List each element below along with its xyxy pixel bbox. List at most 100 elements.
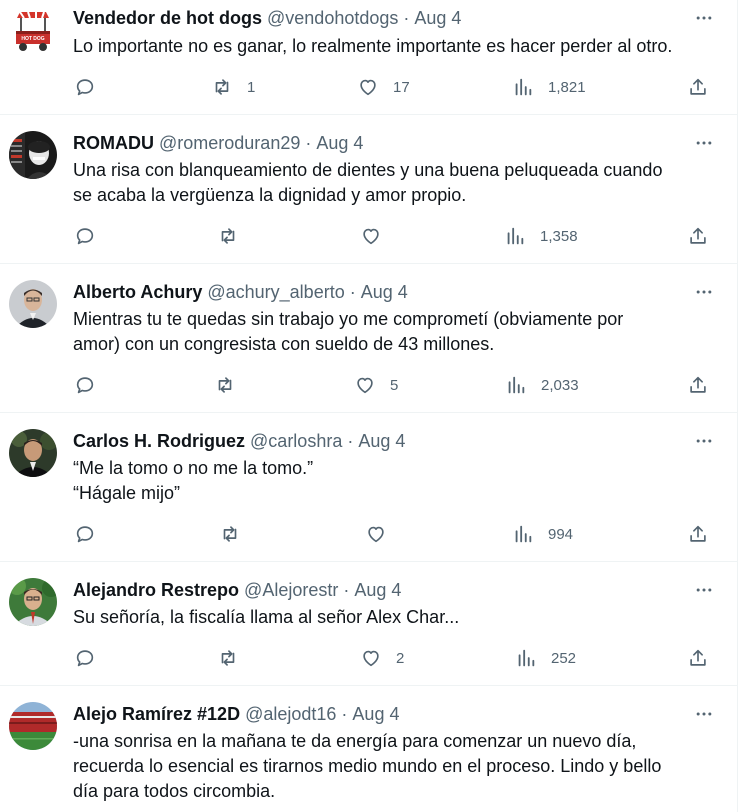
tweet-text-line: “Me la tomo o no me la tomo.”: [73, 458, 314, 478]
avatar[interactable]: [9, 429, 57, 477]
view-count: 1,821: [548, 78, 586, 96]
like-button[interactable]: 17: [357, 73, 410, 101]
user-handle[interactable]: @Alejorestr: [244, 579, 338, 601]
views-button[interactable]: 1,358: [504, 222, 578, 250]
tweet[interactable]: HOT DOG Vendedor de hot dogs @vendohotdo…: [0, 0, 738, 115]
tweet[interactable]: Alejandro Restrepo @Alejorestr · Aug 4 S…: [0, 562, 738, 686]
more-icon[interactable]: [689, 132, 719, 154]
like-button[interactable]: 5: [354, 371, 398, 399]
tweet-actions: 5 2,033: [0, 371, 738, 399]
share-button[interactable]: [687, 222, 709, 250]
avatar[interactable]: [9, 280, 57, 328]
separator-dot: ·: [403, 8, 410, 28]
more-icon[interactable]: [689, 579, 719, 601]
user-handle[interactable]: @romeroduran29: [159, 132, 300, 154]
tweet-time[interactable]: Aug 4: [414, 7, 461, 29]
tweet-text-line: Una risa con blanqueamiento de dientes y…: [73, 160, 663, 180]
like-count: 17: [393, 78, 410, 96]
separator-dot: ·: [347, 431, 354, 451]
tweet-text-line: día para todos circombia.: [73, 781, 276, 801]
view-count: 2,033: [541, 376, 579, 394]
more-icon[interactable]: [689, 281, 719, 303]
view-count: 994: [548, 525, 574, 543]
retweet-button[interactable]: 1: [211, 73, 255, 101]
reply-icon: [76, 377, 94, 394]
tweet-time[interactable]: Aug 4: [316, 132, 363, 154]
retweet-button[interactable]: [214, 371, 236, 399]
tweet-text: Su señoría, la fiscalía llama al señor A…: [73, 605, 723, 630]
tweet-text-line: -una sonrisa en la mañana te da energía …: [73, 731, 637, 751]
tweet-text: Lo importante no es ganar, lo realmente …: [73, 34, 723, 59]
reply-button[interactable]: [74, 73, 96, 101]
tweet-header: ROMADU @romeroduran29 · Aug 4: [73, 132, 363, 154]
tweet-time[interactable]: Aug 4: [354, 579, 401, 601]
avatar[interactable]: HOT DOG: [9, 6, 57, 54]
user-handle[interactable]: @achury_alberto: [207, 281, 344, 303]
display-name[interactable]: Carlos H. Rodriguez: [73, 430, 245, 452]
tweet[interactable]: Alberto Achury @achury_alberto · Aug 4 M…: [0, 264, 738, 413]
retweet-icon: [221, 650, 235, 666]
hotdog-cart-icon: [9, 6, 57, 54]
separator-dot: ·: [343, 580, 350, 600]
views-button[interactable]: 2,033: [505, 371, 579, 399]
like-button[interactable]: [360, 222, 382, 250]
profile-photo-icon: [9, 280, 57, 328]
like-button[interactable]: 2: [360, 644, 404, 672]
share-icon: [690, 649, 706, 666]
separator-dot: ·: [305, 133, 312, 153]
reply-button[interactable]: [74, 644, 96, 672]
views-button[interactable]: 1,821: [512, 73, 586, 101]
reply-button[interactable]: [74, 520, 96, 548]
share-icon: [690, 78, 706, 95]
user-handle[interactable]: @carloshra: [250, 430, 342, 452]
share-button[interactable]: [687, 371, 709, 399]
more-icon[interactable]: [689, 430, 719, 452]
tweet-actions: 1 17 1,821: [0, 73, 738, 101]
tweet-actions: 2 252: [0, 644, 738, 672]
retweet-count: 1: [247, 78, 256, 96]
tweet[interactable]: Carlos H. Rodriguez @carloshra · Aug 4 “…: [0, 413, 738, 562]
avatar[interactable]: [9, 702, 57, 750]
avatar[interactable]: [9, 131, 57, 179]
tweet-time[interactable]: Aug 4: [358, 430, 405, 452]
view-count: 252: [551, 649, 577, 667]
retweet-button[interactable]: [219, 520, 241, 548]
retweet-icon: [215, 79, 229, 95]
like-button[interactable]: [365, 520, 387, 548]
reply-icon: [76, 79, 94, 96]
user-handle[interactable]: @alejodt16: [245, 703, 336, 725]
avatar[interactable]: [9, 578, 57, 626]
like-icon: [360, 79, 376, 96]
display-name[interactable]: Vendedor de hot dogs: [73, 7, 262, 29]
stadium-photo-icon: [9, 702, 57, 750]
display-name[interactable]: ROMADU: [73, 132, 154, 154]
tweet-text-line: se acaba la vergüenza la dignidad y amor…: [73, 185, 467, 205]
more-icon[interactable]: [689, 703, 719, 725]
reply-button[interactable]: [74, 371, 96, 399]
reply-button[interactable]: [74, 222, 96, 250]
display-name[interactable]: Alberto Achury: [73, 281, 202, 303]
more-icon[interactable]: [689, 7, 719, 29]
tweet-time[interactable]: Aug 4: [361, 281, 408, 303]
views-button[interactable]: 252: [515, 644, 576, 672]
avatar-label: HOT DOG: [21, 36, 45, 42]
tweet-header: Alberto Achury @achury_alberto · Aug 4: [73, 281, 408, 303]
like-count: 5: [390, 376, 399, 394]
share-button[interactable]: [687, 520, 709, 548]
like-icon: [363, 228, 379, 245]
views-button[interactable]: 994: [512, 520, 573, 548]
tweet-text-line: Lo importante no es ganar, lo realmente …: [73, 36, 673, 56]
share-button[interactable]: [687, 73, 709, 101]
display-name[interactable]: Alejo Ramírez #12D: [73, 703, 240, 725]
tweet-time[interactable]: Aug 4: [352, 703, 399, 725]
like-icon: [357, 377, 373, 394]
user-handle[interactable]: @vendohotdogs: [267, 7, 398, 29]
retweet-button[interactable]: [217, 644, 239, 672]
profile-photo-icon: [9, 429, 57, 477]
display-name[interactable]: Alejandro Restrepo: [73, 579, 239, 601]
share-button[interactable]: [687, 644, 709, 672]
tweet[interactable]: ROMADU @romeroduran29 · Aug 4 Una risa c…: [0, 115, 738, 264]
share-icon: [690, 525, 706, 542]
retweet-button[interactable]: [217, 222, 239, 250]
tweet[interactable]: Alejo Ramírez #12D @alejodt16 · Aug 4 -u…: [0, 686, 738, 812]
